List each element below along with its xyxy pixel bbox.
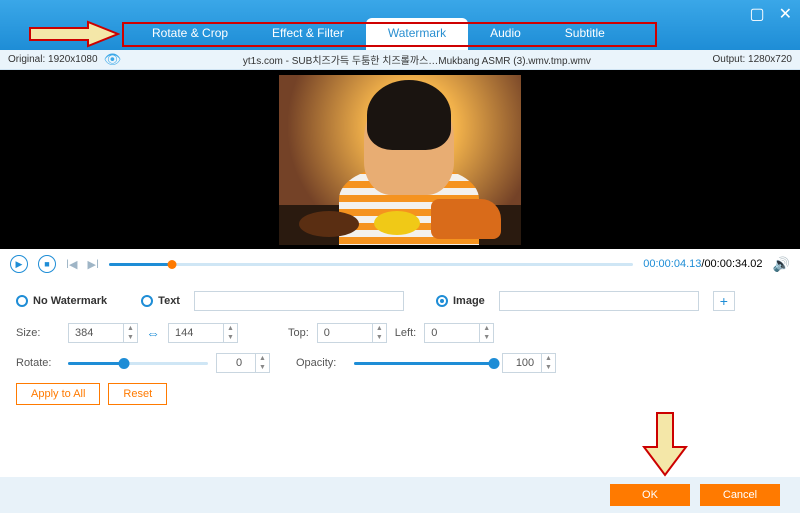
- size-height-spinner[interactable]: 144▲▼: [168, 323, 238, 343]
- opacity-slider[interactable]: [354, 362, 494, 365]
- preview-frame: [279, 75, 521, 245]
- ok-button[interactable]: OK: [610, 484, 690, 506]
- bottom-bar: OK Cancel: [0, 477, 800, 513]
- editor-tabs: Rotate & Crop Effect & Filter Watermark …: [130, 0, 627, 50]
- playback-controls: ▶ ■ ⅼ◀ ▶ⅼ 00:00:04.13/00:00:34.02 🔊: [0, 249, 800, 279]
- rotate-slider[interactable]: [68, 362, 208, 365]
- original-resolution: Original: 1920x1080: [8, 54, 98, 65]
- prev-frame-button[interactable]: ⅼ◀: [66, 258, 78, 271]
- reset-button[interactable]: Reset: [108, 383, 167, 405]
- link-aspect-icon[interactable]: ⇔: [146, 325, 160, 341]
- rotate-spinner[interactable]: 0▲▼: [216, 353, 270, 373]
- tab-effect-filter[interactable]: Effect & Filter: [250, 18, 366, 50]
- volume-icon[interactable]: 🔊: [773, 256, 790, 273]
- tab-audio[interactable]: Audio: [468, 18, 543, 50]
- tab-rotate-crop[interactable]: Rotate & Crop: [130, 18, 250, 50]
- maximize-icon[interactable]: ▢: [749, 4, 764, 24]
- tab-subtitle[interactable]: Subtitle: [543, 18, 627, 50]
- window-controls: ▢ ✕: [749, 4, 792, 24]
- size-width-spinner[interactable]: 384▲▼: [68, 323, 138, 343]
- radio-text[interactable]: Text: [141, 295, 180, 307]
- apply-to-all-button[interactable]: Apply to All: [16, 383, 100, 405]
- info-bar: Original: 1920x1080 👁 yt1s.com - SUB치즈가득…: [0, 50, 800, 70]
- video-preview: [0, 70, 800, 249]
- title-bar: Rotate & Crop Effect & Filter Watermark …: [0, 0, 800, 50]
- top-label: Top:: [288, 327, 309, 339]
- annotation-arrow-down: [642, 411, 688, 477]
- annotation-arrow-right: [28, 20, 120, 48]
- preview-toggle-icon[interactable]: 👁: [104, 51, 122, 68]
- radio-image[interactable]: Image: [436, 295, 485, 307]
- next-frame-button[interactable]: ▶ⅼ: [88, 258, 100, 271]
- file-name: yt1s.com - SUB치즈가득 두툼한 치즈롤까스…Mukbang ASM…: [121, 52, 712, 67]
- opacity-spinner[interactable]: 100▲▼: [502, 353, 556, 373]
- cancel-button[interactable]: Cancel: [700, 484, 780, 506]
- left-label: Left:: [395, 327, 416, 339]
- stop-button[interactable]: ■: [38, 255, 56, 273]
- add-image-button[interactable]: +: [713, 291, 735, 311]
- opacity-label: Opacity:: [296, 357, 346, 369]
- top-spinner[interactable]: 0▲▼: [317, 323, 387, 343]
- radio-no-watermark[interactable]: No Watermark: [16, 295, 107, 307]
- close-icon[interactable]: ✕: [779, 4, 792, 24]
- tab-watermark[interactable]: Watermark: [366, 18, 468, 50]
- watermark-panel: No Watermark Text Image + Size: 384▲▼ ⇔ …: [0, 279, 800, 411]
- left-spinner[interactable]: 0▲▼: [424, 323, 494, 343]
- play-button[interactable]: ▶: [10, 255, 28, 273]
- size-label: Size:: [16, 327, 60, 339]
- seek-bar[interactable]: [109, 263, 633, 266]
- output-resolution: Output: 1280x720: [712, 54, 792, 65]
- text-watermark-input[interactable]: [194, 291, 404, 311]
- rotate-label: Rotate:: [16, 357, 60, 369]
- seek-thumb[interactable]: [167, 260, 176, 269]
- time-display: 00:00:04.13/00:00:34.02: [643, 258, 762, 270]
- image-watermark-input[interactable]: [499, 291, 699, 311]
